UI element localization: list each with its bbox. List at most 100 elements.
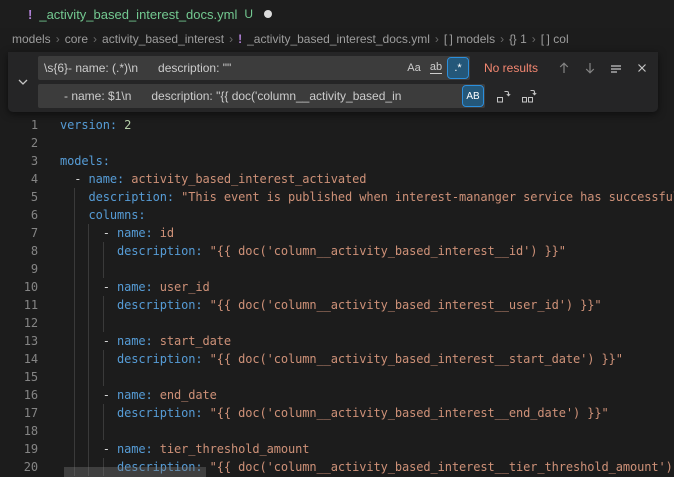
symbol-icon: [ ] xyxy=(444,32,453,46)
symbol-icon: {} xyxy=(509,32,516,46)
code-line-content xyxy=(60,368,674,386)
code-line[interactable]: 2 xyxy=(0,134,674,152)
toggle-replace-button[interactable] xyxy=(8,56,38,108)
code-line[interactable]: 5 description: "This event is published … xyxy=(0,188,674,206)
code-line[interactable]: 13 - name: start_date xyxy=(0,332,674,350)
preserve-case-toggle[interactable]: AB xyxy=(463,86,483,106)
find-nav-buttons xyxy=(554,58,652,78)
breadcrumb-label: col xyxy=(553,32,568,46)
code-editor[interactable]: 1version: 223models:4 - name: activity_b… xyxy=(0,116,674,476)
tab-bar: ! _activity_based_interest_docs.yml U xyxy=(0,0,674,28)
code-line-content: models: xyxy=(60,152,674,170)
line-number: 14 xyxy=(0,350,38,368)
indent-guide xyxy=(74,260,75,278)
indent-guide xyxy=(88,440,89,458)
indent-guide xyxy=(74,386,75,404)
code-line-content: - name: id xyxy=(60,224,674,242)
breadcrumb-item[interactable]: core xyxy=(65,32,88,46)
breadcrumb-item[interactable]: !_activity_based_interest_docs.yml xyxy=(238,32,430,46)
breadcrumb-separator: › xyxy=(500,32,504,46)
code-line[interactable]: 6 columns: xyxy=(0,206,674,224)
indent-guide xyxy=(103,314,104,332)
indent-guide xyxy=(74,314,75,332)
chevron-down-icon xyxy=(15,74,31,90)
indent-guide xyxy=(74,404,75,422)
breadcrumb-label: core xyxy=(65,32,88,46)
code-line[interactable]: 9 xyxy=(0,260,674,278)
find-in-selection-button[interactable] xyxy=(606,58,626,78)
code-line-content: version: 2 xyxy=(60,116,674,134)
dirty-indicator-dot[interactable] xyxy=(264,10,272,18)
code-line-content: - name: start_date xyxy=(60,332,674,350)
breadcrumb-item[interactable]: {}1 xyxy=(509,32,527,46)
code-line[interactable]: 16 - name: end_date xyxy=(0,386,674,404)
indent-guide xyxy=(88,422,89,440)
whole-word-label: ab xyxy=(430,62,442,74)
breadcrumb: models › core › activity_based_interest › !_ac… xyxy=(0,28,674,50)
breadcrumb-item[interactable]: activity_based_interest xyxy=(102,32,224,46)
code-line[interactable]: 8 description: "{{ doc('column__activity… xyxy=(0,242,674,260)
indent-guide xyxy=(88,332,89,350)
find-row: \s{6}- name: (.*)\n description: "" Aa a… xyxy=(38,56,652,80)
code-line[interactable]: 1version: 2 xyxy=(0,116,674,134)
indent-guide xyxy=(88,260,89,278)
indent-guide xyxy=(74,422,75,440)
close-icon[interactable] xyxy=(632,58,652,78)
indent-guide xyxy=(88,386,89,404)
breadcrumb-separator: › xyxy=(435,32,439,46)
code-line-content: - name: end_date xyxy=(60,386,674,404)
code-line[interactable]: 10 - name: user_id xyxy=(0,278,674,296)
indent-guide xyxy=(103,404,104,422)
line-number: 11 xyxy=(0,296,38,314)
indent-guide xyxy=(103,422,104,440)
breadcrumb-item[interactable]: models xyxy=(12,32,51,46)
breadcrumb-item[interactable]: [ ]models xyxy=(444,32,495,46)
indent-guide xyxy=(74,332,75,350)
code-line[interactable]: 4 - name: activity_based_interest_activa… xyxy=(0,170,674,188)
code-line[interactable]: 12 xyxy=(0,314,674,332)
line-number: 20 xyxy=(0,458,38,476)
code-line[interactable]: 3models: xyxy=(0,152,674,170)
regex-toggle[interactable]: .* xyxy=(448,58,468,78)
yaml-file-icon: ! xyxy=(238,32,242,46)
replace-input[interactable]: - name: $1\n description: "{{ doc('colum… xyxy=(38,84,485,108)
next-match-button[interactable] xyxy=(580,58,600,78)
tab-active-file[interactable]: ! _activity_based_interest_docs.yml U xyxy=(0,0,286,28)
find-input[interactable]: \s{6}- name: (.*)\n description: "" Aa a… xyxy=(38,56,470,80)
code-line-content xyxy=(60,134,674,152)
indent-guide xyxy=(103,296,104,314)
line-number: 5 xyxy=(0,188,38,206)
breadcrumb-item[interactable]: [ ]col xyxy=(541,32,569,46)
indent-guide xyxy=(74,368,75,386)
indent-guide xyxy=(88,350,89,368)
line-number: 15 xyxy=(0,368,38,386)
code-line[interactable]: 17 description: "{{ doc('column__activit… xyxy=(0,404,674,422)
yaml-file-icon: ! xyxy=(28,7,32,22)
indent-guide xyxy=(74,440,75,458)
match-case-toggle[interactable]: Aa xyxy=(404,58,424,78)
horizontal-scrollbar-thumb[interactable] xyxy=(64,467,206,477)
find-query-text: \s{6}- name: (.*)\n description: "" xyxy=(44,61,402,75)
replace-all-icon[interactable] xyxy=(519,86,539,106)
code-line-content: - name: activity_based_interest_activate… xyxy=(60,170,674,188)
line-number: 10 xyxy=(0,278,38,296)
line-number: 13 xyxy=(0,332,38,350)
replace-one-icon[interactable] xyxy=(493,86,513,106)
code-line[interactable]: 14 description: "{{ doc('column__activit… xyxy=(0,350,674,368)
previous-match-button[interactable] xyxy=(554,58,574,78)
code-line-content: description: "This event is published wh… xyxy=(60,188,674,206)
code-line-content: - name: user_id xyxy=(60,278,674,296)
code-line[interactable]: 19 - name: tier_threshold_amount xyxy=(0,440,674,458)
code-line[interactable]: 11 description: "{{ doc('column__activit… xyxy=(0,296,674,314)
breadcrumb-separator: › xyxy=(93,32,97,46)
indent-guide xyxy=(88,224,89,242)
line-number: 4 xyxy=(0,170,38,188)
indent-guide xyxy=(74,206,75,224)
code-line[interactable]: 18 xyxy=(0,422,674,440)
whole-word-toggle[interactable]: ab xyxy=(426,58,446,78)
indent-guide xyxy=(88,314,89,332)
indent-guide xyxy=(88,242,89,260)
breadcrumb-separator: › xyxy=(229,32,233,46)
code-line[interactable]: 15 xyxy=(0,368,674,386)
code-line[interactable]: 7 - name: id xyxy=(0,224,674,242)
